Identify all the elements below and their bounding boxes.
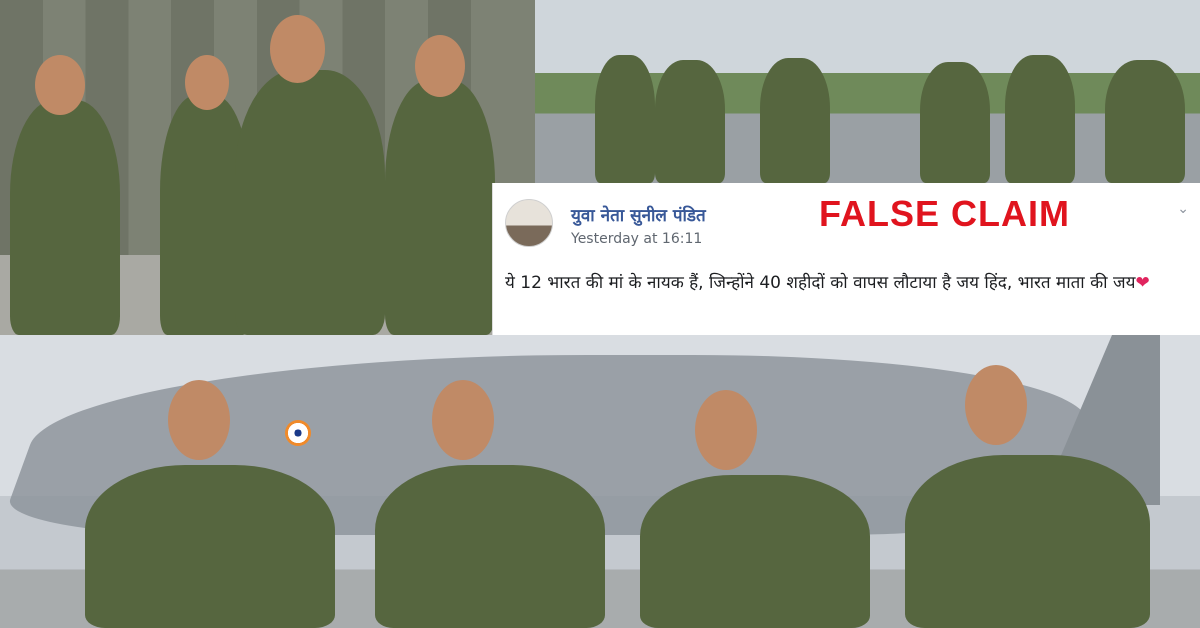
pilot-head xyxy=(695,390,757,470)
pilot-figure xyxy=(1005,55,1075,183)
pilot-head xyxy=(965,365,1027,445)
pilot-head xyxy=(185,55,229,110)
indian-air-force-roundel-icon xyxy=(285,420,311,446)
post-message-text: ये 12 भारत की मां के नायक हैं, जिन्होंने… xyxy=(505,273,1136,293)
photo-pilots-jet xyxy=(0,335,1200,628)
pilot-head xyxy=(35,55,85,115)
pilot-figure xyxy=(760,58,830,183)
post-author-name[interactable]: युवा नेता सुनील पंडित xyxy=(571,203,706,226)
pilot-head xyxy=(270,15,325,83)
photo-pilots-group xyxy=(535,0,1200,183)
pilot-figure xyxy=(640,475,870,628)
heart-icon: ❤ xyxy=(1135,273,1150,293)
chevron-down-icon[interactable]: ⌄ xyxy=(1177,201,1189,217)
pilot-head xyxy=(168,380,230,460)
pilot-figure xyxy=(595,55,655,183)
post-message: ये 12 भारत की मां के नायक हैं, जिन्होंने… xyxy=(505,271,1195,296)
pilot-figure xyxy=(920,62,990,183)
pilot-figure xyxy=(905,455,1150,628)
pilot-figure xyxy=(375,465,605,628)
pilot-figure xyxy=(10,100,120,335)
post-timestamp[interactable]: Yesterday at 16:11 xyxy=(571,231,702,247)
false-claim-stamp: FALSE CLAIM xyxy=(819,193,1070,234)
pilot-figure xyxy=(85,465,335,628)
photo-pilots-hangar xyxy=(0,0,535,335)
pilot-figure xyxy=(385,80,495,335)
pilot-figure xyxy=(655,60,725,183)
avatar[interactable] xyxy=(505,199,553,247)
social-post-card: युवा नेता सुनील पंडित Yesterday at 16:11… xyxy=(492,183,1200,335)
pilot-figure xyxy=(235,70,385,335)
pilot-figure xyxy=(1105,60,1185,183)
pilot-head xyxy=(415,35,465,97)
pilot-head xyxy=(432,380,494,460)
